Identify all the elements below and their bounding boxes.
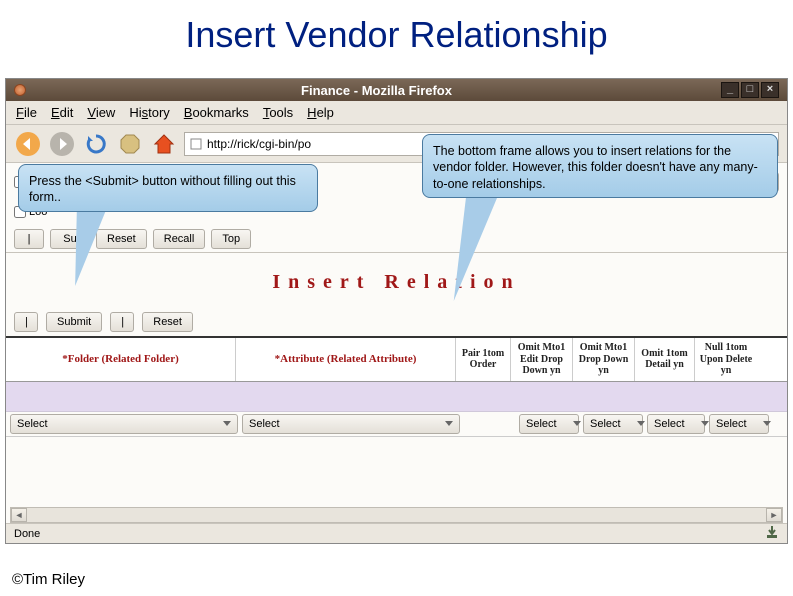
select-omit1[interactable]: Select xyxy=(519,414,579,434)
menu-history[interactable]: History xyxy=(129,105,169,120)
th-null1: Null 1tom Upon Delete yn xyxy=(695,338,757,381)
select-attr[interactable]: Select xyxy=(242,414,460,434)
menu-view[interactable]: View xyxy=(87,105,115,120)
th-pair: Pair 1tom Order xyxy=(456,338,511,381)
select-omit2[interactable]: Select xyxy=(583,414,643,434)
url-text: http://rick/cgi-bin/po xyxy=(207,137,311,151)
back-icon[interactable] xyxy=(14,130,42,158)
titlebar: Finance - Mozilla Firefox _ □ × xyxy=(6,79,787,101)
menu-tools[interactable]: Tools xyxy=(263,105,293,120)
content-area: New mas Select Loo | Su Reset Recall Top… xyxy=(6,163,787,543)
stop-icon[interactable] xyxy=(116,130,144,158)
scroll-right-icon[interactable]: ► xyxy=(766,508,782,522)
menu-help[interactable]: Help xyxy=(307,105,334,120)
select-row: Select Select Select Select Select Selec… xyxy=(6,412,787,437)
download-icon[interactable] xyxy=(765,525,779,542)
footer-copyright: ©Tim Riley xyxy=(12,571,85,588)
menu-bookmarks[interactable]: Bookmarks xyxy=(184,105,249,120)
recall-button[interactable]: Recall xyxy=(153,229,206,249)
forward-icon[interactable] xyxy=(48,130,76,158)
th-omit3: Omit 1tom Detail yn xyxy=(635,338,695,381)
pipe-button-3[interactable]: | xyxy=(110,312,134,332)
page-icon xyxy=(189,137,203,151)
th-folder: *Folder (Related Folder) xyxy=(6,338,236,381)
menubar: File Edit View History Bookmarks Tools H… xyxy=(6,101,787,125)
statusbar: Done xyxy=(6,523,787,543)
maximize-button[interactable]: □ xyxy=(741,82,759,98)
submit-button[interactable]: Submit xyxy=(46,312,102,332)
slide-title: Insert Vendor Relationship xyxy=(0,0,793,66)
th-omit1: Omit Mto1 Edit Drop Down yn xyxy=(511,338,573,381)
table-header: *Folder (Related Folder) *Attribute (Rel… xyxy=(6,336,787,382)
close-button[interactable]: × xyxy=(761,82,779,98)
reset-button-bottom[interactable]: Reset xyxy=(142,312,193,332)
window-title: Finance - Mozilla Firefox xyxy=(32,83,721,98)
th-attr: *Attribute (Related Attribute) xyxy=(236,338,456,381)
top-button[interactable]: Top xyxy=(211,229,251,249)
select-folder[interactable]: Select xyxy=(10,414,238,434)
menu-edit[interactable]: Edit xyxy=(51,105,73,120)
pipe-button-2[interactable]: | xyxy=(14,312,38,332)
section-title: Insert Relation xyxy=(6,253,787,308)
status-text: Done xyxy=(14,528,40,540)
titlebar-close-orb[interactable] xyxy=(14,84,26,96)
scroll-left-icon[interactable]: ◄ xyxy=(11,508,27,522)
reload-icon[interactable] xyxy=(82,130,110,158)
home-icon[interactable] xyxy=(150,130,178,158)
pipe-button-1[interactable]: | xyxy=(14,229,44,249)
bottom-button-row: | Submit | Reset xyxy=(6,308,787,336)
select-null1[interactable]: Select xyxy=(709,414,769,434)
callout-submit-hint: Press the <Submit> button without fillin… xyxy=(18,164,318,212)
select-omit3[interactable]: Select xyxy=(647,414,705,434)
horizontal-scrollbar[interactable]: ◄ ► xyxy=(10,507,783,523)
th-omit2: Omit Mto1 Drop Down yn xyxy=(573,338,635,381)
reset-button-top[interactable]: Reset xyxy=(96,229,147,249)
minimize-button[interactable]: _ xyxy=(721,82,739,98)
callout-frame-hint: The bottom frame allows you to insert re… xyxy=(422,134,778,198)
table-row xyxy=(6,382,787,412)
menu-file[interactable]: File xyxy=(16,105,37,120)
